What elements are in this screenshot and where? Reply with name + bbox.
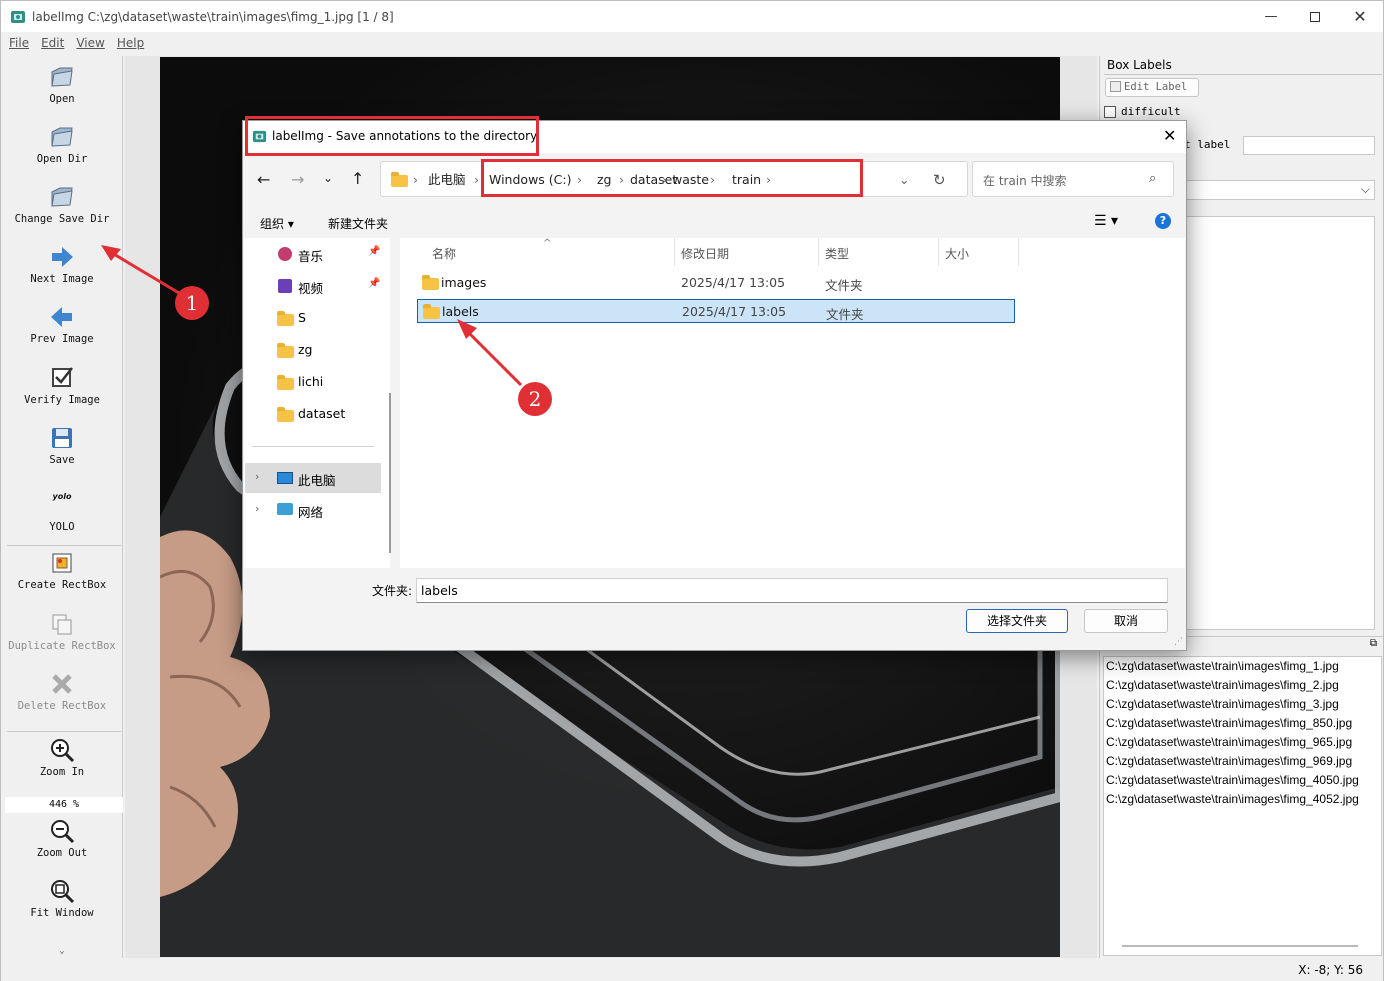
arrow-line-2 — [461, 325, 523, 387]
step-marker-1: 1 — [175, 286, 209, 320]
step-marker-2: 2 — [518, 382, 552, 416]
labelimg-window: labelImg C:\zg\dataset\waste\train\image… — [0, 0, 1384, 981]
arrow-line-1 — [106, 248, 180, 295]
arrow-head-1 — [101, 245, 121, 261]
annotation-arrows — [101, 245, 523, 387]
